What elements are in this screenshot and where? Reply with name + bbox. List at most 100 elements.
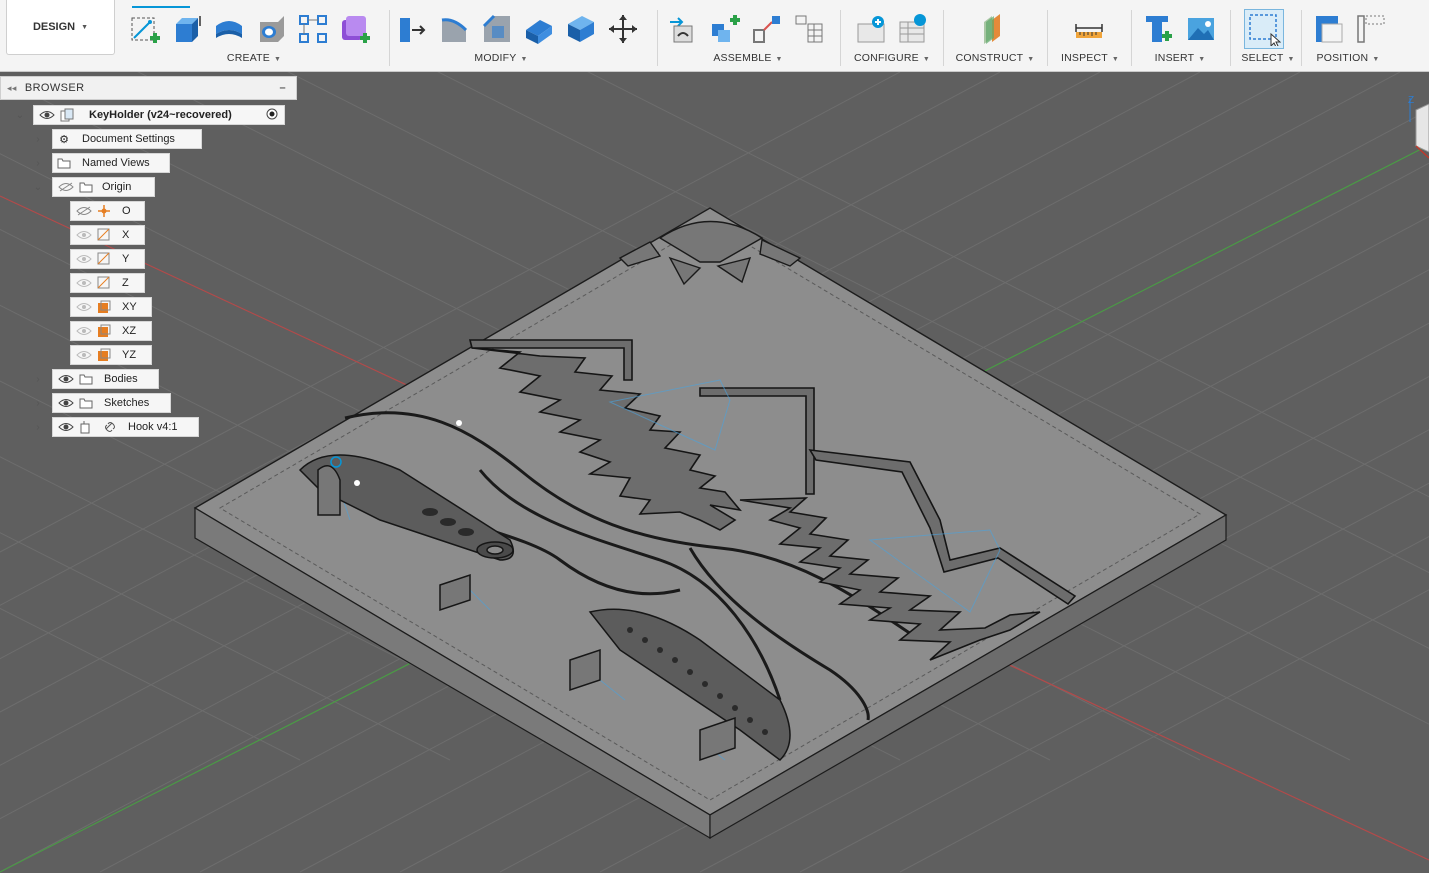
configure-menu-label[interactable]: CONFIGURE bbox=[854, 52, 919, 64]
revert-position-icon[interactable] bbox=[1354, 12, 1388, 46]
insert-canvas-icon[interactable] bbox=[1184, 12, 1218, 46]
eye-icon[interactable] bbox=[75, 276, 93, 290]
sketch-point-marker bbox=[354, 480, 360, 486]
canvas-viewport[interactable]: Z bbox=[0, 72, 1429, 873]
combine-icon[interactable] bbox=[564, 12, 598, 46]
gear-icon: ⚙ bbox=[59, 133, 69, 146]
origin-plane-xy[interactable]: XY bbox=[70, 297, 152, 317]
assemble-group: ASSEMBLE ▼ bbox=[666, 8, 834, 68]
measure-icon[interactable] bbox=[1072, 12, 1106, 46]
joint-icon[interactable] bbox=[708, 12, 742, 46]
eye-icon[interactable] bbox=[75, 348, 93, 362]
toolbar: DESIGN ▼ CREATE ▼ MODIFY ▼ ASSEMBLE ▼ CO… bbox=[0, 0, 1429, 72]
bill-of-materials-icon[interactable] bbox=[792, 12, 826, 46]
axis-x-label: X bbox=[122, 229, 130, 241]
eye-icon[interactable] bbox=[75, 324, 93, 338]
as-built-joint-icon[interactable] bbox=[750, 12, 784, 46]
inspect-menu-label[interactable]: INSPECT bbox=[1061, 52, 1108, 64]
assemble-menu-label[interactable]: ASSEMBLE bbox=[713, 52, 771, 64]
viewcube[interactable]: Z bbox=[1408, 95, 1429, 159]
create-menu-label[interactable]: CREATE bbox=[227, 52, 270, 64]
eye-hidden-icon[interactable] bbox=[75, 204, 93, 218]
chevron-down-icon: ▼ bbox=[1111, 56, 1120, 63]
bodies-label: Bodies bbox=[104, 373, 138, 385]
activate-radio-icon[interactable] bbox=[266, 108, 278, 123]
origin-node[interactable]: Origin bbox=[52, 177, 155, 197]
capture-position-icon[interactable] bbox=[1312, 12, 1346, 46]
browser-header: ◂◂ BROWSER – bbox=[0, 76, 297, 100]
chevron-right-icon[interactable]: › bbox=[31, 372, 45, 386]
create-sketch-icon[interactable] bbox=[128, 12, 162, 46]
position-menu-label[interactable]: POSITION bbox=[1317, 52, 1369, 64]
shell-icon[interactable] bbox=[522, 12, 556, 46]
workspace-switcher[interactable]: DESIGN ▼ bbox=[6, 0, 115, 55]
chevron-right-icon[interactable]: › bbox=[31, 156, 45, 170]
insert-menu-label[interactable]: INSERT bbox=[1155, 52, 1195, 64]
document-settings-label: Document Settings bbox=[82, 133, 175, 145]
chevron-right-icon[interactable]: › bbox=[31, 420, 45, 434]
plane-icon bbox=[96, 323, 112, 339]
toolbar-divider bbox=[1047, 10, 1048, 66]
origin-plane-xz[interactable]: XZ bbox=[70, 321, 152, 341]
sketches-node[interactable]: Sketches bbox=[52, 393, 171, 413]
browser-panel: ◂◂ BROWSER – bbox=[0, 76, 297, 100]
press-pull-icon[interactable] bbox=[396, 12, 430, 46]
document-settings-node[interactable]: ⚙ Document Settings bbox=[52, 129, 202, 149]
origin-plane-yz[interactable]: YZ bbox=[70, 345, 152, 365]
browser-root-node[interactable]: KeyHolder (v24~recovered) bbox=[33, 105, 285, 125]
construct-menu-label[interactable]: CONSTRUCT bbox=[956, 52, 1024, 64]
inspect-group: INSPECT ▼ bbox=[1054, 8, 1126, 68]
chevron-down-icon: ▼ bbox=[81, 23, 89, 31]
bodies-node[interactable]: Bodies bbox=[52, 369, 159, 389]
collapse-panel-icon[interactable]: ◂◂ bbox=[7, 83, 17, 94]
chevron-down-icon: ▼ bbox=[1372, 56, 1380, 63]
eye-icon[interactable] bbox=[75, 252, 93, 266]
origin-point-icon bbox=[96, 203, 112, 219]
offset-plane-icon[interactable] bbox=[978, 12, 1012, 46]
fillet-icon[interactable] bbox=[438, 12, 472, 46]
chevron-down-icon[interactable]: ⌄ bbox=[13, 108, 27, 122]
select-menu-label[interactable]: SELECT bbox=[1241, 52, 1283, 64]
model-canvas[interactable]: Z bbox=[0, 72, 1429, 873]
eye-icon[interactable] bbox=[75, 300, 93, 314]
chevron-right-icon[interactable]: › bbox=[31, 132, 45, 146]
eye-icon[interactable] bbox=[57, 420, 75, 434]
move-icon[interactable] bbox=[606, 12, 640, 46]
hole-icon[interactable] bbox=[254, 12, 288, 46]
create-form-icon[interactable] bbox=[338, 12, 372, 46]
origin-axis-z[interactable]: Z bbox=[70, 273, 145, 293]
position-group: POSITION ▼ bbox=[1308, 8, 1388, 68]
eye-icon[interactable] bbox=[38, 108, 56, 122]
hook-label: Hook v4:1 bbox=[128, 421, 178, 433]
viewcube-z-label: Z bbox=[1408, 95, 1414, 106]
origin-o-label: O bbox=[122, 205, 131, 217]
chevron-down-icon: ▼ bbox=[1287, 56, 1295, 63]
origin-axis-y[interactable]: Y bbox=[70, 249, 145, 269]
window-select-icon bbox=[1249, 14, 1281, 46]
hook-component-node[interactable]: Hook v4:1 bbox=[52, 417, 199, 437]
pattern-icon[interactable] bbox=[296, 12, 330, 46]
modify-menu-label[interactable]: MODIFY bbox=[474, 52, 516, 64]
chevron-down-icon[interactable]: ⌄ bbox=[31, 180, 45, 194]
named-views-node[interactable]: Named Views bbox=[52, 153, 170, 173]
configuration-table-icon[interactable] bbox=[896, 12, 930, 46]
minimize-icon[interactable]: – bbox=[279, 82, 286, 94]
extrude-icon[interactable] bbox=[170, 12, 204, 46]
insert-derive-icon[interactable] bbox=[1142, 12, 1176, 46]
select-tool-button[interactable] bbox=[1244, 9, 1284, 49]
parameters-icon[interactable] bbox=[854, 12, 888, 46]
chevron-right-icon[interactable]: › bbox=[31, 396, 45, 410]
revolve-icon[interactable] bbox=[212, 12, 246, 46]
new-component-icon[interactable] bbox=[666, 12, 700, 46]
chevron-down-icon: ▼ bbox=[273, 56, 282, 63]
origin-point-marker bbox=[456, 420, 462, 426]
eye-icon[interactable] bbox=[57, 372, 75, 386]
eye-hidden-icon[interactable] bbox=[57, 180, 75, 194]
origin-point-o[interactable]: O bbox=[70, 201, 145, 221]
eye-icon[interactable] bbox=[75, 228, 93, 242]
chevron-down-icon: ▼ bbox=[520, 56, 528, 63]
eye-icon[interactable] bbox=[57, 396, 75, 410]
select-group: SELECT ▼ bbox=[1238, 8, 1298, 68]
origin-axis-x[interactable]: X bbox=[70, 225, 145, 245]
chamfer-icon[interactable] bbox=[480, 12, 514, 46]
